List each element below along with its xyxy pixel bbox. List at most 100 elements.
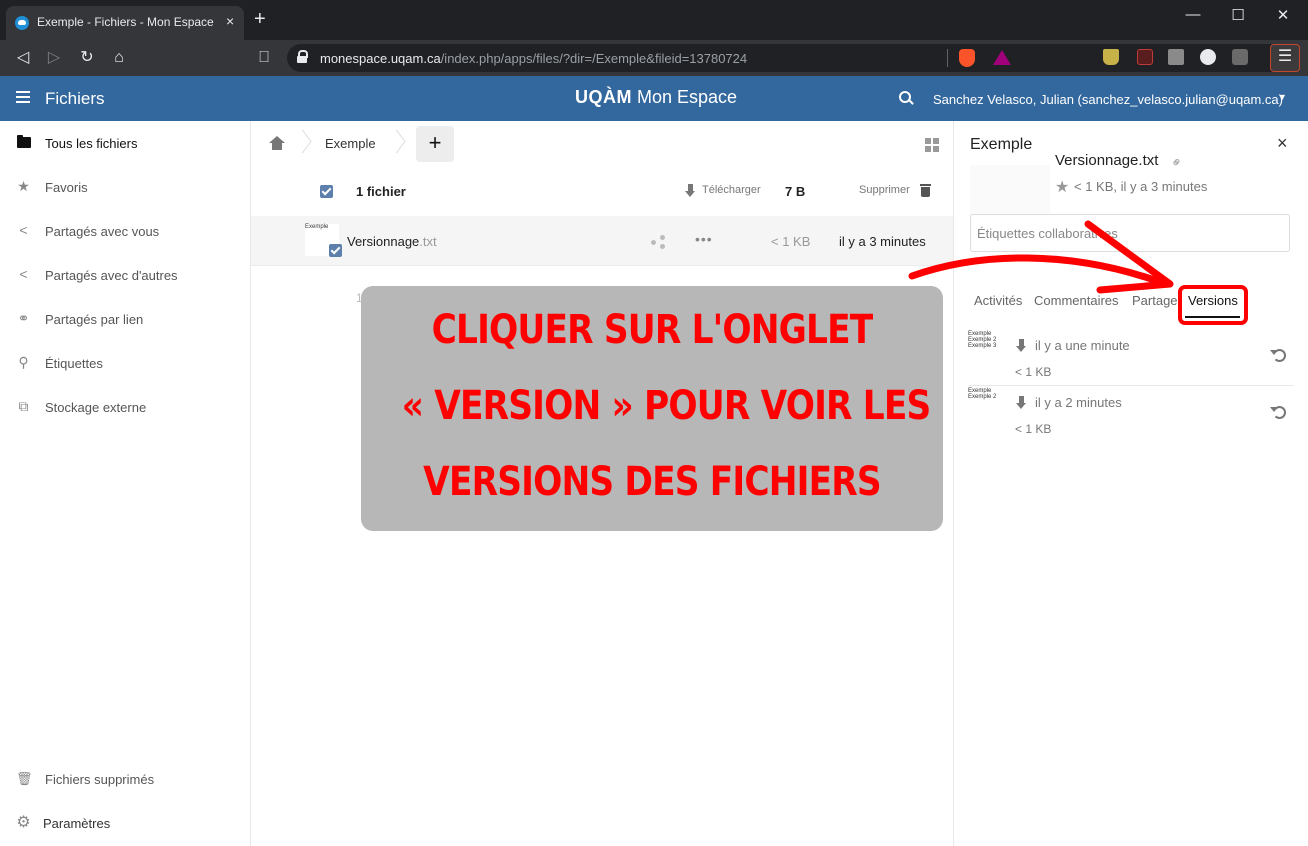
new-tab-button[interactable]: + [254,9,266,29]
grid-view-icon[interactable] [925,138,939,152]
active-tab-indicator [1185,316,1240,318]
tab-versions[interactable]: Versions [1188,293,1238,308]
file-checkbox[interactable] [329,244,342,257]
close-icon[interactable]: × [1277,133,1288,154]
trash-icon[interactable] [920,184,931,197]
file-modified: il y a 3 minutes [839,234,926,249]
reload-icon[interactable]: ↻ [76,47,98,69]
trash-icon: 🗑 [16,771,33,786]
version-size: < 1 KB [1015,422,1052,436]
tab-activities[interactable]: Activités [974,293,1022,308]
nav-item-all-files[interactable]: Tous les fichiers [0,121,250,165]
pdf-icon[interactable] [1137,49,1153,65]
user-menu[interactable]: Sanchez Velasco, Julian (sanchez_velasco… [933,92,1283,107]
tab-title: Exemple - Fichiers - Mon Espace [37,15,214,29]
download-button[interactable]: Télécharger [702,184,761,196]
bookmark-icon[interactable]: ⎕ [253,47,275,69]
version-thumbnail: Exemple Exemple 2 Exemple 3 [968,331,997,349]
folder-icon [16,135,31,150]
browser-tab[interactable]: Exemple - Fichiers - Mon Espace × [6,6,244,40]
drive-icon[interactable] [1168,49,1184,65]
nav-item-deleted-files[interactable]: 🗑 Fichiers supprimés [0,757,250,801]
star-icon: ★ [17,178,30,194]
close-window-button[interactable]: ✕ [1273,6,1293,24]
nav-item-label: Paramètres [43,816,111,831]
nav-item-favorites[interactable]: ★ Favoris [0,165,250,209]
tab-close-icon[interactable]: × [226,13,234,29]
copy-icon[interactable] [1232,49,1248,65]
nav-item-label: Partagés avec vous [45,224,160,239]
url-divider [947,49,948,67]
version-date: il y a 2 minutes [1035,395,1122,410]
breadcrumb-folder[interactable]: Exemple [325,136,376,151]
uqam-logo[interactable]: UQÀM Mon Espace [575,87,737,108]
table-row[interactable]: Exemple Versionnage.txt ••• < 1 KB il y … [251,216,953,266]
version-size: < 1 KB [1015,365,1052,379]
version-thumbnail: Exemple Exemple 2 [968,388,997,400]
download-icon[interactable] [1016,339,1027,352]
world-icon[interactable] [1200,49,1216,65]
star-icon[interactable]: ★ [1055,177,1069,197]
tab-sharing[interactable]: Partage [1132,293,1178,308]
tag-icon: ⚲ [18,354,29,370]
link-icon[interactable]: ⚭ [1167,152,1187,172]
select-all-checkbox[interactable] [320,185,333,198]
details-sidebar: Exemple × Versionnage.txt ⚭ ★ < 1 KB, il… [953,121,1308,846]
nav-item-settings[interactable]: ⚙ Paramètres [0,801,250,845]
brave-rewards-icon[interactable] [993,50,1011,65]
download-icon[interactable] [685,184,696,197]
brave-shield-icon[interactable] [959,49,975,67]
file-size: < 1 KB [771,234,811,249]
cloud-icon [15,16,29,30]
hamburger-icon[interactable] [16,91,30,103]
minimize-button[interactable]: — [1183,6,1203,23]
callout-line: « VERSION » POUR VOIR LES [401,383,932,429]
share-icon[interactable] [651,235,665,249]
nav-item-shared-by-link[interactable]: ⚭ Partagés par lien [0,297,250,341]
maximize-button[interactable]: ☐ [1228,6,1248,24]
app-header: Fichiers UQÀM Mon Espace Sanchez Velasco… [0,76,1308,121]
nav-item-label: Stockage externe [45,400,147,415]
details-folder-title: Exemple [970,136,1033,153]
nav-item-label: Fichiers supprimés [45,772,155,787]
callout-line: CLIQUER SUR L'ONGLET [431,307,874,353]
restore-icon[interactable] [1270,349,1286,362]
nav-item-label: Étiquettes [45,356,103,371]
gear-icon: ⚙ [16,814,31,831]
browser-menu-button[interactable]: ☰ [1270,44,1300,72]
search-icon[interactable] [899,91,913,105]
home-icon[interactable] [269,136,285,150]
file-name[interactable]: Versionnage.txt [347,234,437,249]
navigation-sidebar: Tous les fichiers ★ Favoris < Partagés a… [0,121,251,846]
download-icon[interactable] [1016,396,1027,409]
forward-icon[interactable]: ▷ [43,47,65,69]
breadcrumb-separator [295,131,309,155]
app-name[interactable]: Fichiers [45,89,105,109]
link-icon: ⚭ [17,310,30,326]
delete-button[interactable]: Supprimer [859,184,910,196]
nav-item-label: Partagés avec d'autres [45,268,178,283]
chevron-down-icon[interactable]: ▾ [1280,92,1285,103]
version-item[interactable]: Exemple Exemple 2 il y a 2 minutes < 1 K… [968,388,1294,443]
add-button[interactable]: + [416,126,454,162]
flask-icon[interactable] [1103,49,1119,65]
more-actions-icon[interactable]: ••• [695,231,713,247]
total-size: 7 B [785,184,806,199]
nav-item-shared-with-you[interactable]: < Partagés avec vous [0,209,250,253]
tags-input[interactable] [970,214,1290,252]
details-meta: < 1 KB, il y a 3 minutes [1074,179,1208,194]
callout-line: VERSIONS DES FICHIERS [423,459,881,505]
url-text[interactable]: monespace.uqam.ca/index.php/apps/files/?… [320,51,747,66]
home-icon[interactable]: ⌂ [108,47,130,69]
details-file-name: Versionnage.txt [1055,152,1159,169]
nav-item-tags[interactable]: ⚲ Étiquettes [0,341,250,385]
version-date: il y a une minute [1035,338,1130,353]
back-icon[interactable]: ◁ [12,47,34,69]
restore-icon[interactable] [1270,406,1286,419]
share-icon: < [19,266,28,282]
version-item[interactable]: Exemple Exemple 2 Exemple 3 il y a une m… [968,331,1294,386]
tab-comments[interactable]: Commentaires [1034,293,1119,308]
nav-item-external-storage[interactable]: ⧉ Stockage externe [0,385,250,429]
nav-item-shared-with-others[interactable]: < Partagés avec d'autres [0,253,250,297]
external-link-icon: ⧉ [18,398,29,414]
